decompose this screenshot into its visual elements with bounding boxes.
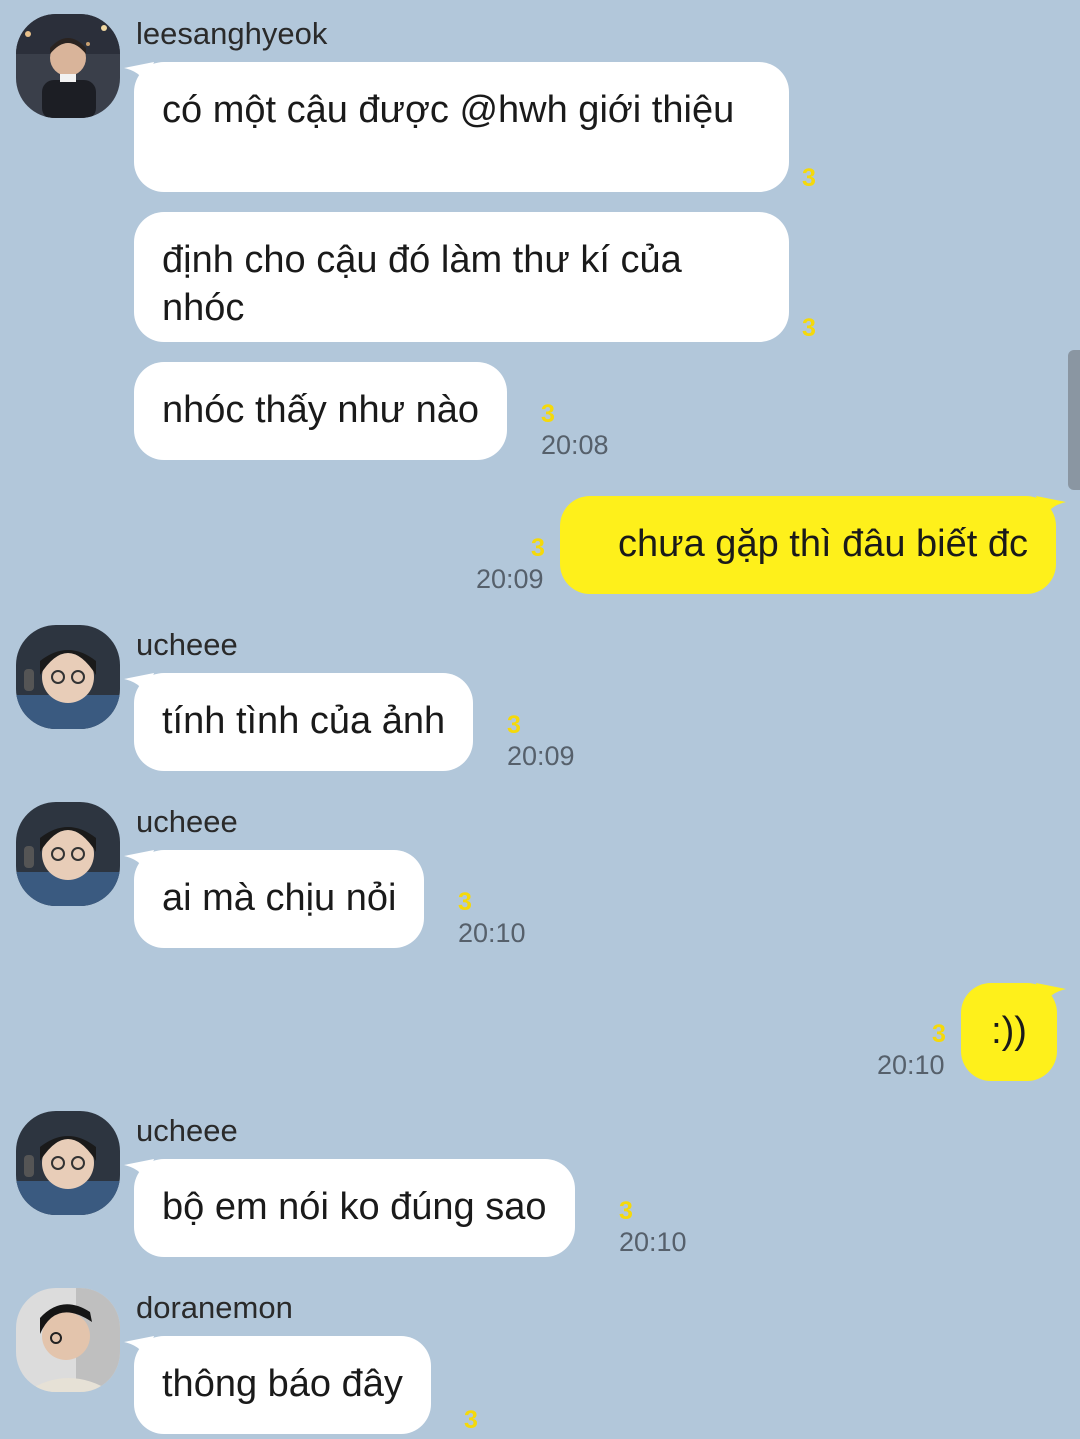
unread-count: 3: [802, 314, 816, 342]
message-text: ai mà chịu nỏi: [162, 877, 397, 919]
message-bubble[interactable]: có một cậu được @hwh giới thiệu: [134, 62, 789, 192]
bubble-tail: [124, 1159, 154, 1183]
message-text: :)): [991, 1010, 1027, 1052]
bubble-tail: [124, 850, 154, 874]
avatar-ucheee[interactable]: [16, 802, 120, 906]
message-time: 20:09: [507, 741, 575, 771]
message-bubble[interactable]: thông báo đây: [134, 1336, 431, 1434]
unread-count: 3: [458, 888, 472, 916]
profile-photo-icon: [16, 1288, 120, 1392]
unread-count: 3: [507, 711, 521, 739]
sender-name: leesanghyeok: [136, 16, 328, 51]
message-text: nhóc thấy như nào: [162, 389, 480, 431]
unread-count: 3: [802, 164, 816, 192]
message-bubble[interactable]: nhóc thấy như nào: [134, 362, 508, 460]
profile-photo-icon: [16, 1111, 120, 1215]
unread-count: 3: [464, 1406, 478, 1434]
bubble-tail: [124, 1336, 154, 1360]
message-text: thông báo đây: [162, 1363, 403, 1405]
message-bubble-mine[interactable]: chưa gặp thì đâu biết đc: [560, 496, 1056, 594]
sender-name: ucheee: [136, 627, 238, 662]
message-time: 20:08: [541, 430, 609, 460]
profile-photo-icon: [16, 14, 120, 118]
bubble-tail: [124, 62, 154, 86]
message-bubble[interactable]: bộ em nói ko đúng sao: [134, 1159, 575, 1257]
message-time: 20:10: [458, 918, 526, 948]
message-time: 20:09: [476, 564, 544, 594]
message-time: 20:10: [619, 1227, 687, 1257]
avatar-doranemon[interactable]: [16, 1288, 120, 1392]
profile-photo-icon: [16, 625, 120, 729]
unread-count: 3: [932, 1020, 946, 1048]
avatar-ucheee[interactable]: [16, 1111, 120, 1215]
avatar-ucheee[interactable]: [16, 625, 120, 729]
bubble-tail: [124, 673, 154, 697]
message-bubble[interactable]: định cho cậu đó làm thư kí của nhóc: [134, 212, 789, 342]
message-text: tính tình của ảnh: [162, 700, 446, 742]
bubble-tail: [1036, 496, 1066, 520]
message-text: chưa gặp thì đâu biết đc: [618, 523, 1028, 565]
avatar-leesanghyeok[interactable]: [16, 14, 120, 118]
sender-name: ucheee: [136, 804, 238, 839]
unread-count: 3: [541, 400, 555, 428]
sender-name: doranemon: [136, 1290, 293, 1325]
message-text: bộ em nói ko đúng sao: [162, 1186, 547, 1228]
profile-photo-icon: [16, 802, 120, 906]
bubble-tail: [1036, 983, 1066, 1007]
unread-count: 3: [619, 1197, 633, 1225]
message-text: có một cậu được @hwh giới thiệu: [162, 89, 735, 131]
chat-scrollbar[interactable]: [1068, 350, 1080, 490]
message-bubble[interactable]: ai mà chịu nỏi: [134, 850, 425, 948]
message-time: 20:10: [877, 1050, 945, 1080]
message-text: định cho cậu đó làm thư kí của nhóc: [162, 239, 682, 329]
sender-name: ucheee: [136, 1113, 238, 1148]
unread-count: 3: [531, 534, 545, 562]
message-bubble[interactable]: tính tình của ảnh: [134, 673, 474, 771]
